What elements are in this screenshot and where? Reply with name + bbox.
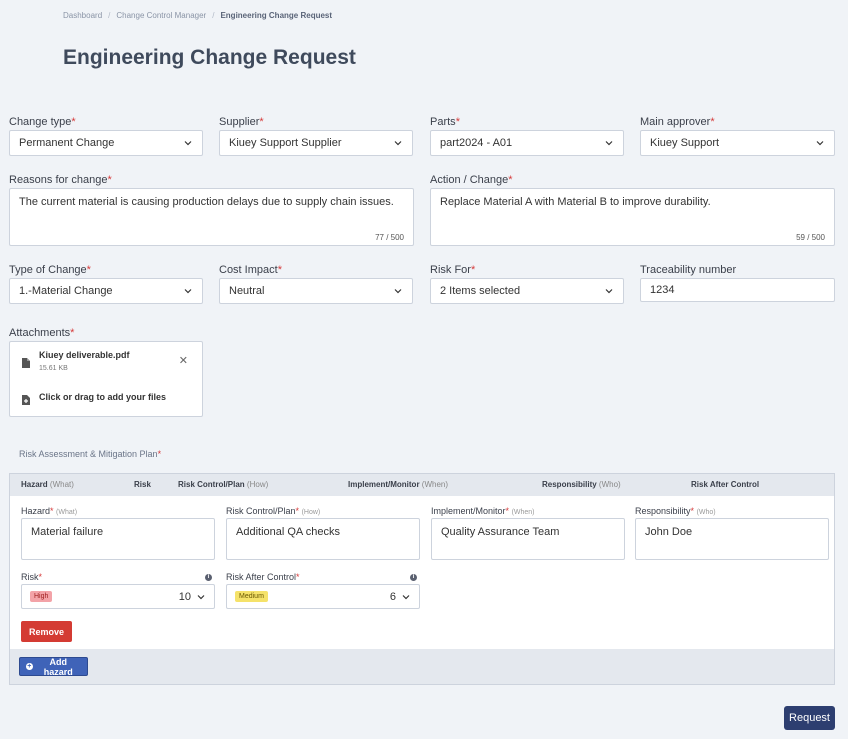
file-size: 15.61 KB — [39, 365, 68, 372]
breadcrumb-change-control-manager[interactable]: Change Control Manager — [116, 11, 206, 20]
after-control-badge: Medium — [235, 591, 268, 602]
chevron-down-icon — [183, 286, 193, 296]
after-control-label: Risk After Control* — [226, 572, 300, 582]
remove-hazard-button[interactable]: Remove — [21, 621, 72, 642]
risk-for-label: Risk For* — [430, 264, 476, 276]
attachments-label: Attachments* — [9, 327, 75, 339]
chevron-down-icon — [815, 138, 825, 148]
chevron-down-icon — [401, 592, 411, 602]
implement-label: Implement/Monitor* (When) — [431, 506, 535, 516]
type-of-change-label: Type of Change* — [9, 264, 91, 276]
plus-icon: + — [26, 663, 33, 670]
add-hazard-button[interactable]: + Add hazard — [19, 657, 88, 677]
reasons-label: Reasons for change* — [9, 174, 112, 186]
header-hazard: Hazard (What) — [21, 480, 74, 489]
hazard-row: Hazard* (What) Material failure Risk Con… — [10, 496, 834, 649]
header-implement: Implement/Monitor (When) — [348, 480, 449, 489]
after-control-select[interactable]: Medium 6 — [226, 584, 420, 609]
request-button[interactable]: Request — [784, 706, 835, 730]
parts-label: Parts* — [430, 116, 460, 128]
risk-label: Risk* — [21, 572, 43, 582]
implement-input[interactable]: Quality Assurance Team — [431, 518, 625, 560]
chevron-down-icon — [604, 138, 614, 148]
remove-file-icon[interactable]: ✕ — [179, 354, 188, 367]
change-type-select[interactable]: Permanent Change — [9, 130, 203, 156]
info-icon[interactable]: i — [410, 574, 417, 581]
breadcrumb: Dashboard / Change Control Manager / Enginee… — [63, 11, 333, 20]
breadcrumb-current: Engineering Change Request — [220, 11, 333, 20]
risk-level-badge: High — [30, 591, 53, 602]
risk-select[interactable]: High 10 — [21, 584, 215, 609]
chevron-down-icon — [183, 138, 193, 148]
action-textarea[interactable]: Replace Material A with Material B to im… — [430, 188, 835, 246]
file-icon — [22, 355, 30, 373]
main-approver-select[interactable]: Kiuey Support — [640, 130, 835, 156]
type-of-change-select[interactable]: 1.-Material Change — [9, 278, 203, 304]
attachments-dropzone[interactable]: Kiuey deliverable.pdf 15.61 KB ✕ Click o… — [9, 341, 203, 417]
risk-table-footer: + Add hazard — [10, 649, 834, 684]
chevron-down-icon — [604, 286, 614, 296]
supplier-label: Supplier* — [219, 116, 264, 128]
add-file-icon — [22, 392, 30, 410]
chevron-down-icon — [393, 138, 403, 148]
hazard-label: Hazard* (What) — [21, 506, 78, 516]
file-name: Kiuey deliverable.pdf — [39, 350, 130, 360]
action-label: Action / Change* — [430, 174, 513, 186]
chevron-down-icon — [393, 286, 403, 296]
header-risk: Risk — [134, 480, 151, 489]
header-control: Risk Control/Plan (How) — [178, 480, 269, 489]
chevron-down-icon — [196, 592, 206, 602]
page-title: Engineering Change Request — [63, 46, 356, 69]
reasons-textarea[interactable]: The current material is causing producti… — [9, 188, 414, 246]
header-responsibility: Responsibility (Who) — [542, 480, 621, 489]
responsibility-label: Responsibility* (Who) — [635, 506, 716, 516]
responsibility-input[interactable]: John Doe — [635, 518, 829, 560]
action-counter: 59 / 500 — [796, 233, 825, 242]
control-label: Risk Control/Plan* (How) — [226, 506, 321, 516]
cost-impact-select[interactable]: Neutral — [219, 278, 413, 304]
add-files-text[interactable]: Click or drag to add your files — [39, 392, 166, 402]
risk-for-select[interactable]: 2 Items selected — [430, 278, 624, 304]
header-after-control: Risk After Control — [691, 480, 760, 489]
traceability-label: Traceability number — [640, 264, 737, 276]
risk-table: Hazard (What) Risk Risk Control/Plan (Ho… — [9, 473, 835, 685]
risk-value: 10 — [178, 590, 191, 603]
supplier-select[interactable]: Kiuey Support Supplier — [219, 130, 413, 156]
parts-select[interactable]: part2024 - A01 — [430, 130, 624, 156]
breadcrumb-dashboard[interactable]: Dashboard — [63, 11, 102, 20]
risk-table-header: Hazard (What) Risk Risk Control/Plan (Ho… — [10, 474, 834, 497]
main-approver-label: Main approver* — [640, 116, 715, 128]
change-type-label: Change type* — [9, 116, 76, 128]
reasons-counter: 77 / 500 — [375, 233, 404, 242]
cost-impact-label: Cost Impact* — [219, 264, 282, 276]
info-icon[interactable]: i — [205, 574, 212, 581]
risk-section-title: Risk Assessment & Mitigation Plan* — [19, 449, 162, 459]
control-input[interactable]: Additional QA checks — [226, 518, 420, 560]
after-control-value: 6 — [389, 590, 396, 603]
hazard-input[interactable]: Material failure — [21, 518, 215, 560]
traceability-input[interactable]: 1234 — [640, 278, 835, 302]
